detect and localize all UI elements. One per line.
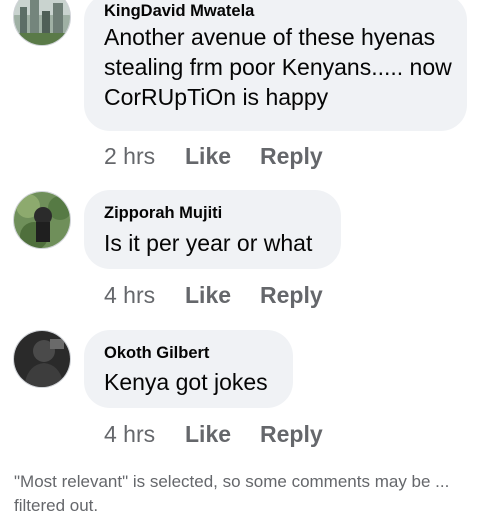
comment-bubble: KingDavid Mwatela Another avenue of thes… <box>84 0 467 131</box>
avatar[interactable] <box>13 0 71 46</box>
comment-bubble: Zipporah Mujiti Is it per year or what <box>84 190 341 269</box>
comment-text: Is it per year or what <box>104 230 313 256</box>
reply-button[interactable]: Reply <box>260 421 323 448</box>
avatar[interactable] <box>13 191 71 249</box>
avatar-photo <box>14 192 70 248</box>
filter-notice: "Most relevant" is selected, so some com… <box>14 472 450 515</box>
comment-author[interactable]: Okoth Gilbert <box>104 344 209 363</box>
avatar-photo <box>14 0 70 45</box>
like-button[interactable]: Like <box>185 282 231 309</box>
comment-text: Kenya got jokes <box>104 369 268 395</box>
comment-text: Another avenue of these hyenas stealing … <box>104 24 452 110</box>
comment-author[interactable]: KingDavid Mwatela <box>104 2 254 21</box>
avatar[interactable] <box>13 330 71 388</box>
comment-timestamp[interactable]: 4 hrs <box>104 421 155 448</box>
avatar-photo <box>14 331 70 387</box>
reply-button[interactable]: Reply <box>260 282 323 309</box>
like-button[interactable]: Like <box>185 421 231 448</box>
comment-author[interactable]: Zipporah Mujiti <box>104 204 222 223</box>
reply-button[interactable]: Reply <box>260 143 323 170</box>
comment-timestamp[interactable]: 4 hrs <box>104 282 155 309</box>
comment-timestamp[interactable]: 2 hrs <box>104 143 155 170</box>
comment-bubble: Okoth Gilbert Kenya got jokes <box>84 330 293 408</box>
like-button[interactable]: Like <box>185 143 231 170</box>
